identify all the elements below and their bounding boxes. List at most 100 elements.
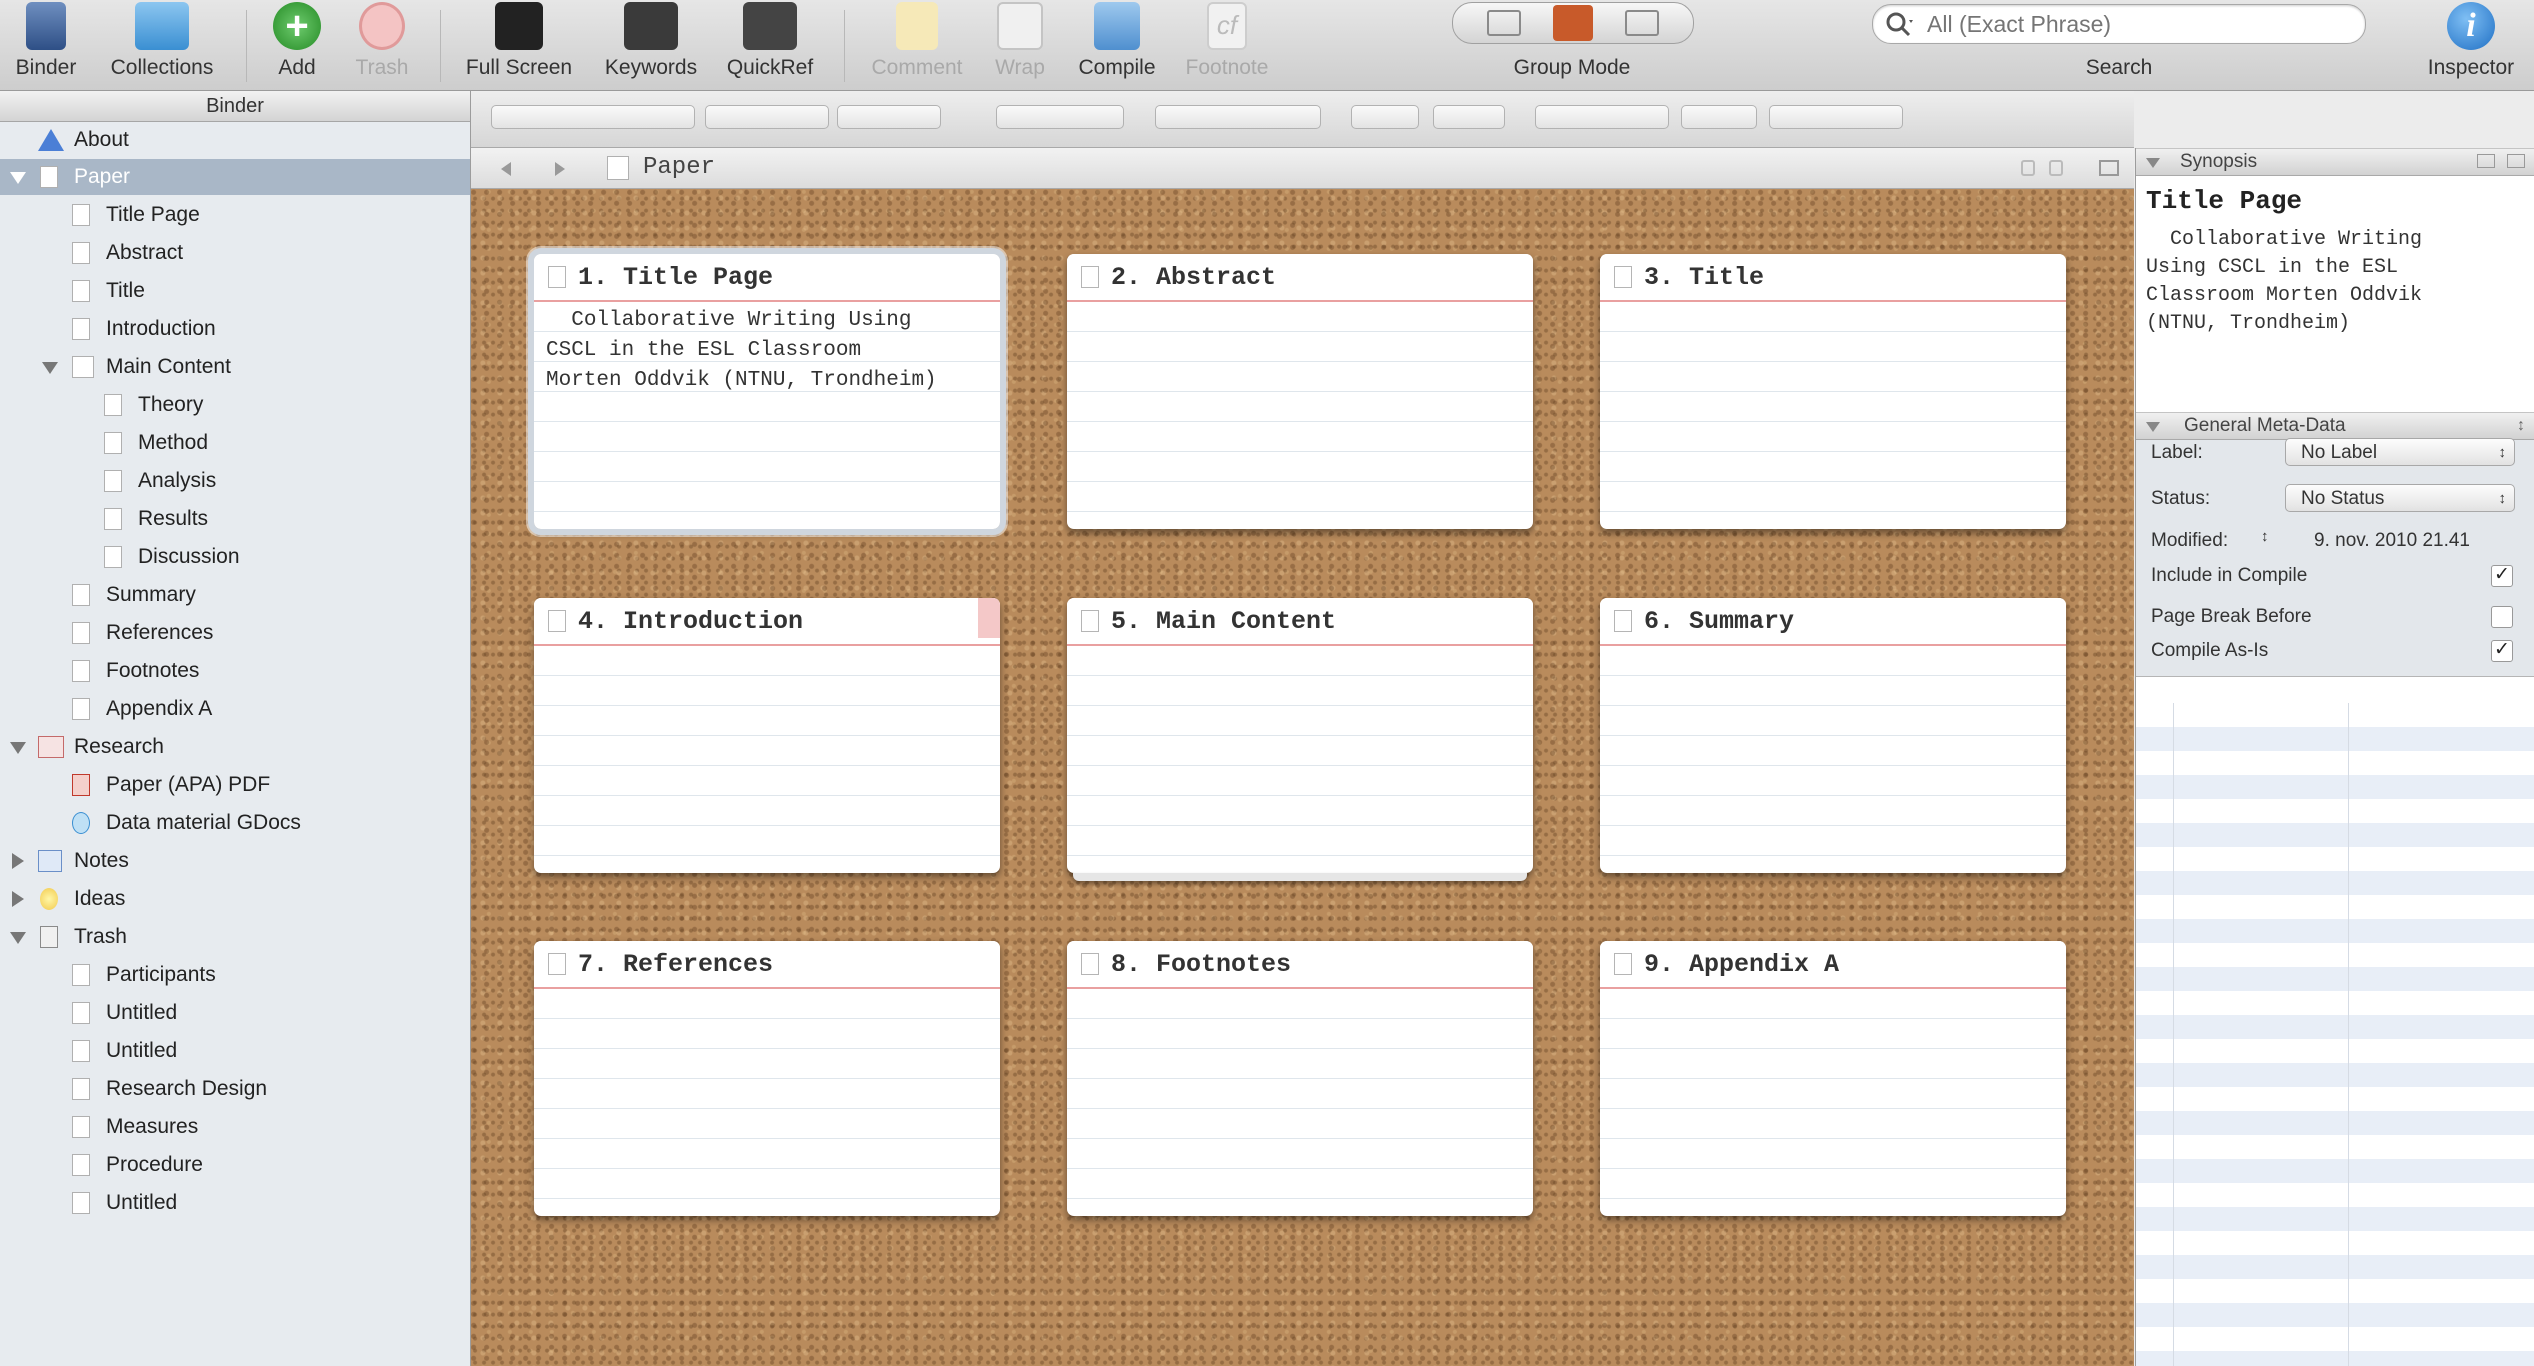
- label-popup[interactable]: No Label ↕: [2285, 438, 2515, 466]
- status-popup[interactable]: No Status ↕: [2285, 484, 2515, 512]
- text-color-well[interactable]: [1351, 105, 1419, 129]
- binder-item-participants[interactable]: Participants: [0, 957, 470, 993]
- image-toggle-icon[interactable]: [2477, 154, 2495, 168]
- split-view-icon[interactable]: [2099, 160, 2119, 176]
- binder-item-title-page[interactable]: Title Page: [0, 197, 470, 233]
- index-card[interactable]: 3. Title: [1600, 254, 2066, 529]
- options-icon[interactable]: [2507, 154, 2525, 168]
- bold-italic-underline-control[interactable]: [996, 105, 1124, 129]
- font-style-popup[interactable]: [705, 105, 829, 129]
- synopsis-header[interactable]: Synopsis: [2136, 148, 2534, 176]
- inspector-button[interactable]: i Inspector: [2408, 0, 2534, 90]
- group-mode-control[interactable]: Group Mode: [1448, 0, 1696, 90]
- index-card[interactable]: 9. Appendix A: [1600, 941, 2066, 1216]
- binder-item-results[interactable]: Results: [0, 501, 470, 537]
- compile-as-is-checkbox[interactable]: ✓: [2491, 640, 2513, 662]
- document-view-icon[interactable]: [1487, 10, 1521, 36]
- card-title[interactable]: 5. Main Content: [1111, 607, 1336, 636]
- trash-button[interactable]: Trash: [346, 0, 418, 90]
- binder-item-references[interactable]: References: [0, 615, 470, 651]
- card-title[interactable]: 2. Abstract: [1111, 263, 1276, 292]
- lists-popup[interactable]: [1681, 105, 1757, 129]
- binder-item-ideas[interactable]: Ideas: [0, 881, 470, 917]
- binder-item-summary[interactable]: Summary: [0, 577, 470, 613]
- binder-item-title[interactable]: Title: [0, 273, 470, 309]
- binder-item-notes[interactable]: Notes: [0, 843, 470, 879]
- index-card[interactable]: 7. References: [534, 941, 1000, 1216]
- binder-item-analysis[interactable]: Analysis: [0, 463, 470, 499]
- binder-item-footnotes[interactable]: Footnotes: [0, 653, 470, 689]
- corkboard-icon[interactable]: [1553, 5, 1593, 41]
- forward-arrow-icon[interactable]: [555, 162, 565, 176]
- card-title[interactable]: 7. References: [578, 950, 773, 979]
- search-input[interactable]: [1925, 9, 2349, 39]
- disclosure-triangle-icon[interactable]: [12, 853, 24, 869]
- binder-item-paper[interactable]: Paper: [0, 159, 470, 195]
- binder-item-theory[interactable]: Theory: [0, 387, 470, 423]
- presets-popup[interactable]: [1769, 105, 1903, 129]
- chevron-updown-icon[interactable]: ↕: [2517, 413, 2525, 439]
- add-button[interactable]: + Add: [262, 0, 332, 90]
- binder-item-discussion[interactable]: Discussion: [0, 539, 470, 575]
- disclosure-triangle-icon[interactable]: [10, 932, 26, 944]
- index-card[interactable]: 4. Introduction: [534, 598, 1000, 873]
- full-screen-button[interactable]: Full Screen: [456, 0, 582, 90]
- card-title[interactable]: 1. Title Page: [578, 263, 773, 292]
- binder-item-procedure[interactable]: Procedure: [0, 1147, 470, 1183]
- binder-item-method[interactable]: Method: [0, 425, 470, 461]
- binder-item-main-content[interactable]: Main Content: [0, 349, 470, 385]
- binder-item-untitled[interactable]: Untitled: [0, 1033, 470, 1069]
- highlight-color-popup[interactable]: [1433, 105, 1505, 129]
- index-card[interactable]: 2. Abstract: [1067, 254, 1533, 529]
- binder-item-abstract[interactable]: Abstract: [0, 235, 470, 271]
- binder-item-appendix-a[interactable]: Appendix A: [0, 691, 470, 727]
- inspector-notes-area[interactable]: [2136, 703, 2534, 1366]
- footnote-button[interactable]: cf Footnote: [1172, 0, 1282, 90]
- binder-item-untitled[interactable]: Untitled: [0, 995, 470, 1031]
- card-title[interactable]: 8. Footnotes: [1111, 950, 1291, 979]
- disclosure-triangle-icon[interactable]: [2146, 422, 2160, 432]
- disclosure-triangle-icon[interactable]: [2146, 158, 2160, 168]
- index-card[interactable]: 6. Summary: [1600, 598, 2066, 873]
- binder-button[interactable]: Binder: [0, 0, 92, 90]
- binder-item-paper-pdf[interactable]: Paper (APA) PDF: [0, 767, 470, 803]
- binder-item-research[interactable]: Research: [0, 729, 470, 765]
- alignment-control[interactable]: [1155, 105, 1321, 129]
- compile-button[interactable]: Compile: [1068, 0, 1166, 90]
- up-arrow-icon[interactable]: [2021, 160, 2035, 176]
- comment-button[interactable]: Comment: [858, 0, 976, 90]
- card-title[interactable]: 4. Introduction: [578, 607, 803, 636]
- keywords-button[interactable]: Keywords: [594, 0, 708, 90]
- binder-item-introduction[interactable]: Introduction: [0, 311, 470, 347]
- card-synopsis[interactable]: Collaborative Writing Using CSCL in the …: [546, 306, 986, 396]
- index-card[interactable]: 8. Footnotes: [1067, 941, 1533, 1216]
- binder-item-trash[interactable]: Trash: [0, 919, 470, 955]
- synopsis-text[interactable]: Collaborative Writing Using CSCL in the …: [2146, 226, 2526, 338]
- card-title[interactable]: 6. Summary: [1644, 607, 1794, 636]
- back-arrow-icon[interactable]: [501, 162, 511, 176]
- wrap-button[interactable]: Wrap: [980, 0, 1060, 90]
- synopsis-title[interactable]: Title Page: [2146, 186, 2302, 216]
- font-size-popup[interactable]: [837, 105, 941, 129]
- collections-button[interactable]: Collections: [96, 0, 228, 90]
- card-title[interactable]: 9. Appendix A: [1644, 950, 1839, 979]
- binder-item-untitled[interactable]: Untitled: [0, 1185, 470, 1221]
- quickref-button[interactable]: QuickRef: [718, 0, 822, 90]
- down-arrow-icon[interactable]: [2049, 160, 2063, 176]
- binder-item-research-design[interactable]: Research Design: [0, 1071, 470, 1107]
- disclosure-triangle-icon[interactable]: [12, 891, 24, 907]
- disclosure-triangle-icon[interactable]: [10, 742, 26, 754]
- meta-data-header[interactable]: General Meta-Data ↕: [2136, 412, 2534, 440]
- page-break-checkbox[interactable]: [2491, 606, 2513, 628]
- outline-view-icon[interactable]: [1625, 10, 1659, 36]
- search-field[interactable]: [1872, 4, 2366, 44]
- index-card[interactable]: 5. Main Content: [1067, 598, 1533, 881]
- binder-item-data-material[interactable]: Data material GDocs: [0, 805, 470, 841]
- binder-item-about[interactable]: About: [0, 122, 470, 158]
- index-card[interactable]: 1. Title Page Collaborative Writing Usin…: [528, 248, 1006, 535]
- card-title[interactable]: 3. Title: [1644, 263, 1764, 292]
- line-spacing-popup[interactable]: [1535, 105, 1669, 129]
- disclosure-triangle-icon[interactable]: [42, 362, 58, 374]
- disclosure-triangle-icon[interactable]: [10, 172, 26, 184]
- chevron-updown-icon[interactable]: ↕: [2261, 528, 2269, 545]
